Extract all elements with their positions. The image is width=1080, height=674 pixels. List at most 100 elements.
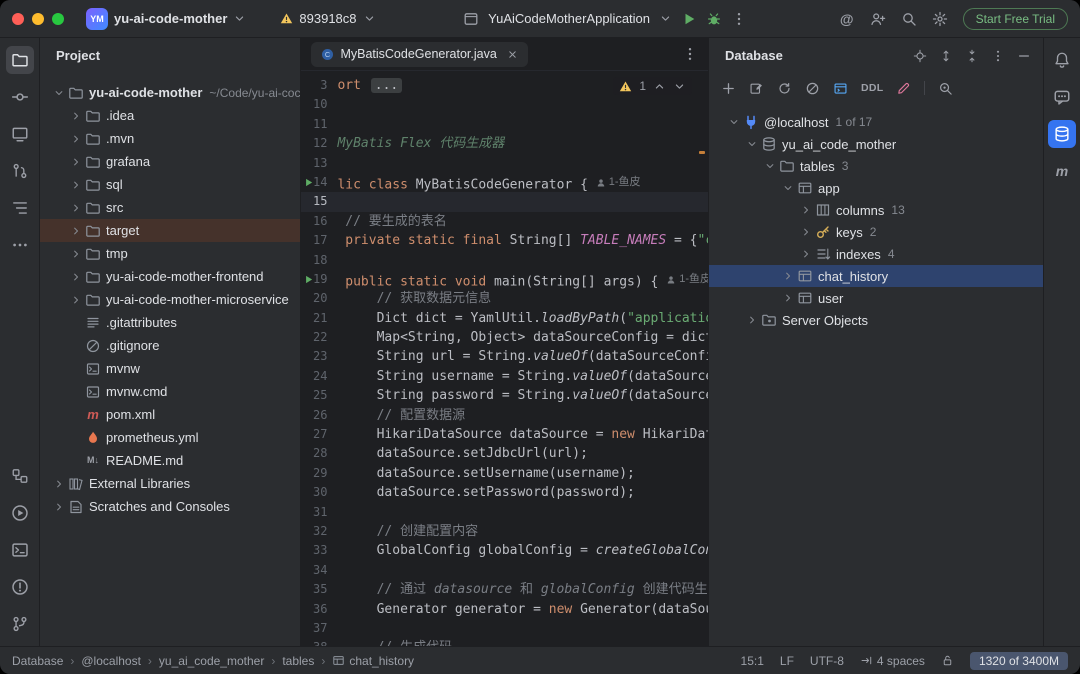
vcs-icon[interactable]: [6, 120, 34, 148]
version-control-icon[interactable]: [6, 610, 34, 638]
problems-icon[interactable]: [6, 573, 34, 601]
locate-icon[interactable]: [913, 49, 927, 63]
edit-source-icon[interactable]: [749, 81, 764, 96]
code-line-35[interactable]: 35 // 通过 datasource 和 globalConfig 创建代码生…: [301, 580, 708, 599]
chevron-right-icon[interactable]: [67, 246, 84, 262]
chevron-down-icon[interactable]: [761, 158, 778, 174]
code-line-16[interactable]: 16 // 要生成的表名: [301, 212, 708, 231]
ai-assistant-icon[interactable]: [1048, 83, 1076, 111]
tree-item-indexes[interactable]: indexes4: [709, 243, 1043, 265]
tree-item-mvn[interactable]: .mvn: [40, 127, 300, 150]
run-button[interactable]: [681, 11, 697, 27]
chevron-down-icon[interactable]: [743, 136, 760, 152]
tree-item-idea[interactable]: .idea: [40, 104, 300, 127]
structure-icon[interactable]: [6, 194, 34, 222]
code-line-28[interactable]: 28 dataSource.setJdbcUrl(url);: [301, 444, 708, 463]
tree-item-mvnw[interactable]: mvnw: [40, 357, 300, 380]
tree-item-columns[interactable]: columns13: [709, 199, 1043, 221]
terminal-icon[interactable]: [6, 536, 34, 564]
pull-requests-icon[interactable]: [6, 157, 34, 185]
code-line-21[interactable]: 21 Dict dict = YamlUtil.loadByPath("appl…: [301, 309, 708, 328]
code-line-18[interactable]: 18: [301, 251, 708, 270]
services-icon[interactable]: [6, 462, 34, 490]
chevron-right-icon[interactable]: [797, 224, 814, 240]
editor-code[interactable]: 1 3ort ...101112MyBatis Flex 代码生成器1314li…: [301, 71, 708, 646]
code-line-29[interactable]: 29 dataSource.setUsername(username);: [301, 464, 708, 483]
chevron-right-icon[interactable]: [797, 246, 814, 262]
code-line-31[interactable]: 31: [301, 503, 708, 522]
code-line-11[interactable]: 11: [301, 115, 708, 134]
next-problem-icon[interactable]: [673, 80, 686, 93]
inspection-widget[interactable]: 1: [613, 77, 692, 95]
vcs-widget[interactable]: 893918c8: [274, 8, 381, 29]
collapse-icon[interactable]: [965, 49, 979, 63]
run-gutter-icon[interactable]: [303, 274, 314, 285]
encoding-widget[interactable]: UTF-8: [810, 654, 844, 668]
more-vertical-icon[interactable]: [991, 49, 1005, 63]
tree-item-yu-ai-code-mother-microservice[interactable]: yu-ai-code-mother-microservice: [40, 288, 300, 311]
chevron-right-icon[interactable]: [50, 499, 67, 515]
search-everywhere-icon[interactable]: [901, 11, 917, 27]
minimize-window-button[interactable]: [32, 13, 44, 25]
project-icon[interactable]: [6, 46, 34, 74]
code-line-36[interactable]: 36 Generator generator = new Generator(d…: [301, 600, 708, 619]
indent-widget[interactable]: 4 spaces: [860, 654, 925, 668]
code-line-13[interactable]: 13: [301, 154, 708, 173]
code-line-23[interactable]: 23 String url = String.valueOf(dataSourc…: [301, 347, 708, 366]
expand-icon[interactable]: [939, 49, 953, 63]
chevron-right-icon[interactable]: [67, 223, 84, 239]
code-line-12[interactable]: 12MyBatis Flex 代码生成器: [301, 134, 708, 153]
chevron-right-icon[interactable]: [779, 268, 796, 284]
settings-gear-icon[interactable]: [932, 11, 948, 27]
database-icon[interactable]: [1048, 120, 1076, 148]
tree-item-readme-md[interactable]: M↓README.md: [40, 449, 300, 472]
chevron-right-icon[interactable]: [743, 312, 760, 328]
code-line-34[interactable]: 34: [301, 561, 708, 580]
cancel-icon[interactable]: [805, 81, 820, 96]
chevron-down-icon[interactable]: [779, 180, 796, 196]
tree-item-tables[interactable]: tables3: [709, 155, 1043, 177]
file-lock-widget[interactable]: [941, 654, 954, 667]
chevron-down-icon[interactable]: [659, 12, 672, 25]
chevron-right-icon[interactable]: [67, 200, 84, 216]
run-configuration-name[interactable]: YuAiCodeMotherApplication: [488, 11, 650, 26]
chevron-right-icon[interactable]: [67, 154, 84, 170]
ddl-icon[interactable]: DDL: [861, 82, 883, 94]
query-console-icon[interactable]: [833, 81, 848, 96]
tree-item-app[interactable]: app: [709, 177, 1043, 199]
code-line-15[interactable]: 15: [301, 192, 708, 211]
add-icon[interactable]: [721, 81, 736, 96]
breadcrumb-chat-history[interactable]: chat_history: [332, 654, 414, 668]
tree-item-sql[interactable]: sql: [40, 173, 300, 196]
more-icon[interactable]: [6, 231, 34, 259]
editor-tab[interactable]: C MyBatisCodeGenerator.java: [311, 42, 527, 67]
tab-options-icon[interactable]: [682, 46, 698, 62]
previous-problem-icon[interactable]: [653, 80, 666, 93]
debug-button[interactable]: [706, 11, 722, 27]
more-run-options-icon[interactable]: [731, 11, 747, 27]
code-line-22[interactable]: 22 Map<String, Object> dataSourceConfig …: [301, 328, 708, 347]
chevron-right-icon[interactable]: [50, 476, 67, 492]
chevron-right-icon[interactable]: [67, 108, 84, 124]
project-widget[interactable]: YM yu-ai-code-mother: [80, 5, 252, 33]
chevron-right-icon[interactable]: [67, 269, 84, 285]
notifications-icon[interactable]: [1048, 46, 1076, 74]
code-line-19[interactable]: 19 public static void main(String[] args…: [301, 270, 708, 289]
tree-item-keys[interactable]: keys2: [709, 221, 1043, 243]
code-line-26[interactable]: 26 // 配置数据源: [301, 406, 708, 425]
tree-item-src[interactable]: src: [40, 196, 300, 219]
tree-item-target[interactable]: target: [40, 219, 300, 242]
refresh-icon[interactable]: [777, 81, 792, 96]
run-circle-icon[interactable]: [6, 499, 34, 527]
code-line-30[interactable]: 30 dataSource.setPassword(password);: [301, 483, 708, 502]
code-line-33[interactable]: 33 GlobalConfig globalConfig = createGlo…: [301, 541, 708, 560]
code-line-37[interactable]: 37: [301, 619, 708, 638]
tree-item-scratches-and-consoles[interactable]: Scratches and Consoles: [40, 495, 300, 518]
chevron-right-icon[interactable]: [67, 177, 84, 193]
code-line-14[interactable]: 14lic class MyBatisCodeGenerator { 1-鱼皮: [301, 173, 708, 192]
code-line-24[interactable]: 24 String username = String.valueOf(data…: [301, 367, 708, 386]
commit-icon[interactable]: [6, 83, 34, 111]
hide-icon[interactable]: [1017, 49, 1031, 63]
close-window-button[interactable]: [12, 13, 24, 25]
breadcrumb-tables[interactable]: tables: [282, 654, 314, 668]
